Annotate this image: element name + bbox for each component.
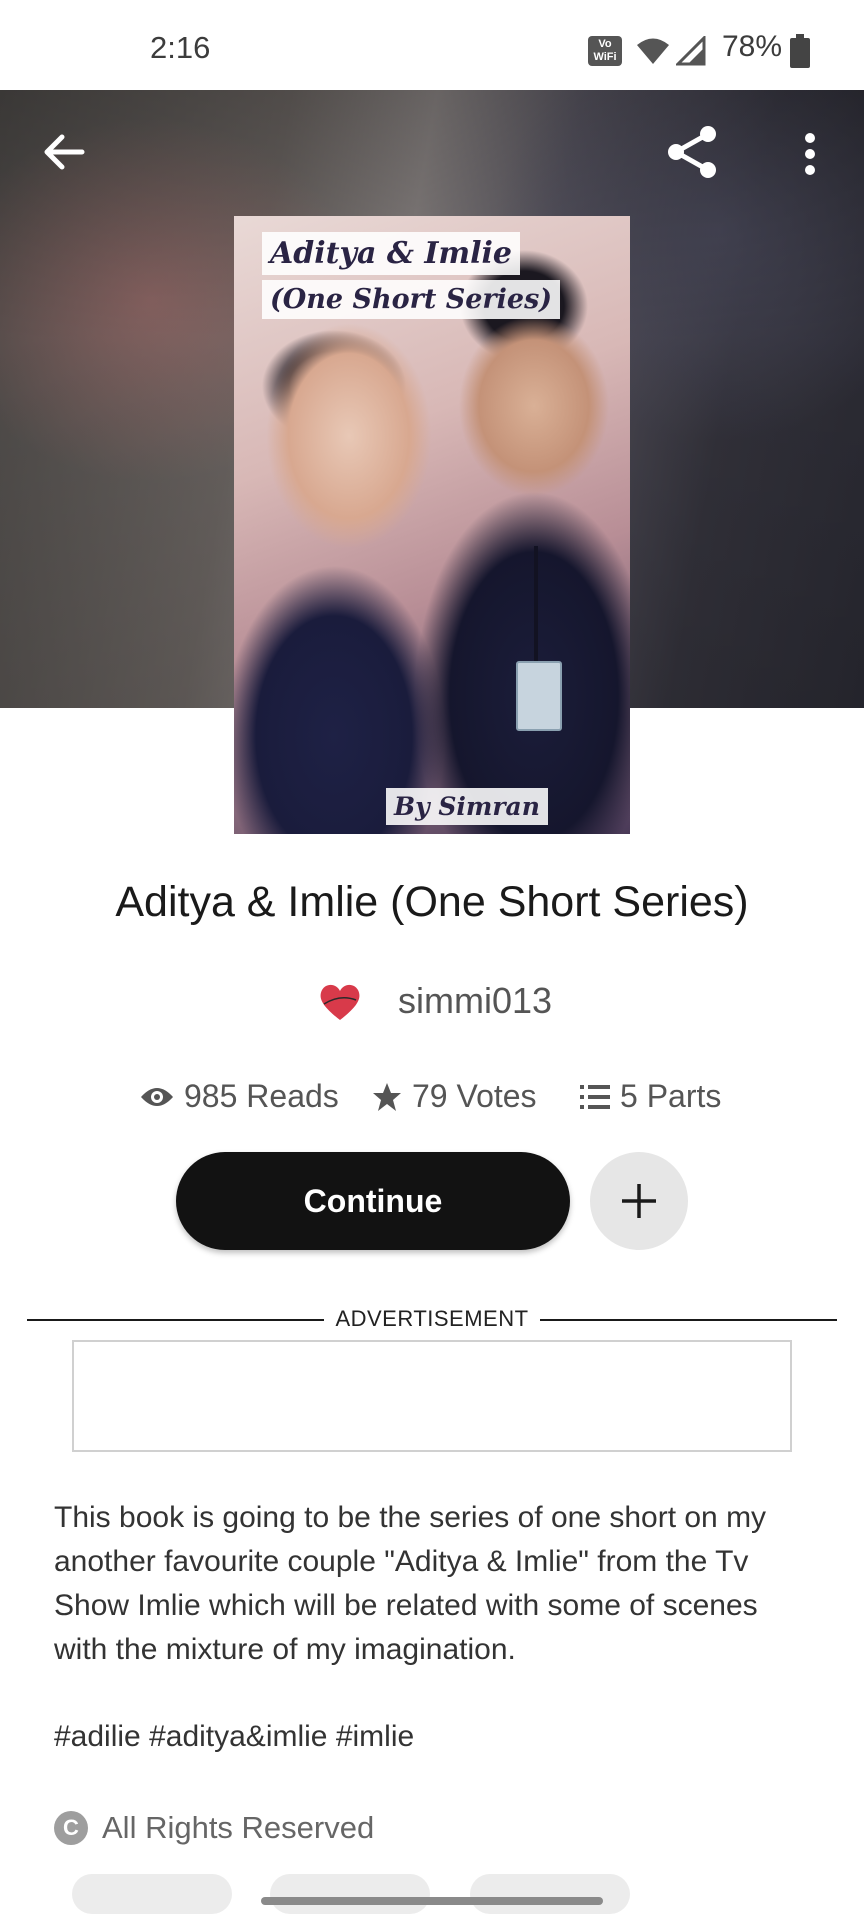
author-avatar[interactable] <box>308 970 372 1034</box>
back-arrow-icon[interactable] <box>42 132 86 172</box>
list-icon <box>580 1084 610 1109</box>
heart-icon <box>320 984 360 1020</box>
story-description: This book is going to be the series of o… <box>54 1501 767 1666</box>
wifi-icon <box>637 38 669 64</box>
parts-stat: 5 Parts <box>580 1078 721 1115</box>
copyright-text: All Rights Reserved <box>102 1810 375 1845</box>
tag-pill[interactable] <box>72 1874 232 1914</box>
add-to-library-button[interactable] <box>590 1152 688 1250</box>
cover-title-line2: (One Short Series) <box>262 280 561 319</box>
cover-lanyard <box>534 546 538 664</box>
votes-stat: 79 Votes <box>372 1078 537 1115</box>
cover-id-badge <box>516 661 562 731</box>
story-tags[interactable]: #adilie #aditya&imlie #imlie <box>54 1720 414 1754</box>
book-cover-image: Aditya & Imlie (One Short Series) By Sim… <box>234 216 630 834</box>
copyright-row: C All Rights Reserved <box>54 1810 374 1846</box>
star-icon <box>373 1082 401 1111</box>
cover-byline: By Simran <box>386 788 548 825</box>
reads-count: 985 Reads <box>184 1078 339 1114</box>
tag-pill[interactable] <box>470 1874 630 1914</box>
cover-title-line1: Aditya & Imlie <box>262 232 521 275</box>
copyright-icon: C <box>54 1811 88 1845</box>
eye-icon <box>141 1087 173 1106</box>
tag-pill[interactable] <box>270 1874 430 1914</box>
status-time: 2:16 <box>150 30 211 65</box>
author-name[interactable]: simmi013 <box>398 980 552 1022</box>
battery-icon <box>790 34 810 68</box>
signal-icon <box>676 36 706 66</box>
volte-wifi-icon: Vo WiFi <box>588 36 622 66</box>
reads-stat: 985 Reads <box>140 1078 339 1115</box>
parts-count: 5 Parts <box>620 1078 722 1114</box>
continue-reading-button[interactable]: Continue <box>176 1152 570 1250</box>
ad-placeholder[interactable] <box>72 1340 792 1452</box>
battery-percentage: 78% <box>722 30 783 63</box>
votes-count: 79 Votes <box>412 1078 537 1114</box>
story-title: Aditya & Imlie (One Short Series) <box>115 878 749 926</box>
home-indicator[interactable] <box>261 1897 603 1905</box>
more-options-icon[interactable] <box>798 132 822 176</box>
plus-icon <box>622 1184 656 1218</box>
ad-label: ADVERTISEMENT <box>335 1306 529 1331</box>
share-icon[interactable] <box>664 124 720 180</box>
